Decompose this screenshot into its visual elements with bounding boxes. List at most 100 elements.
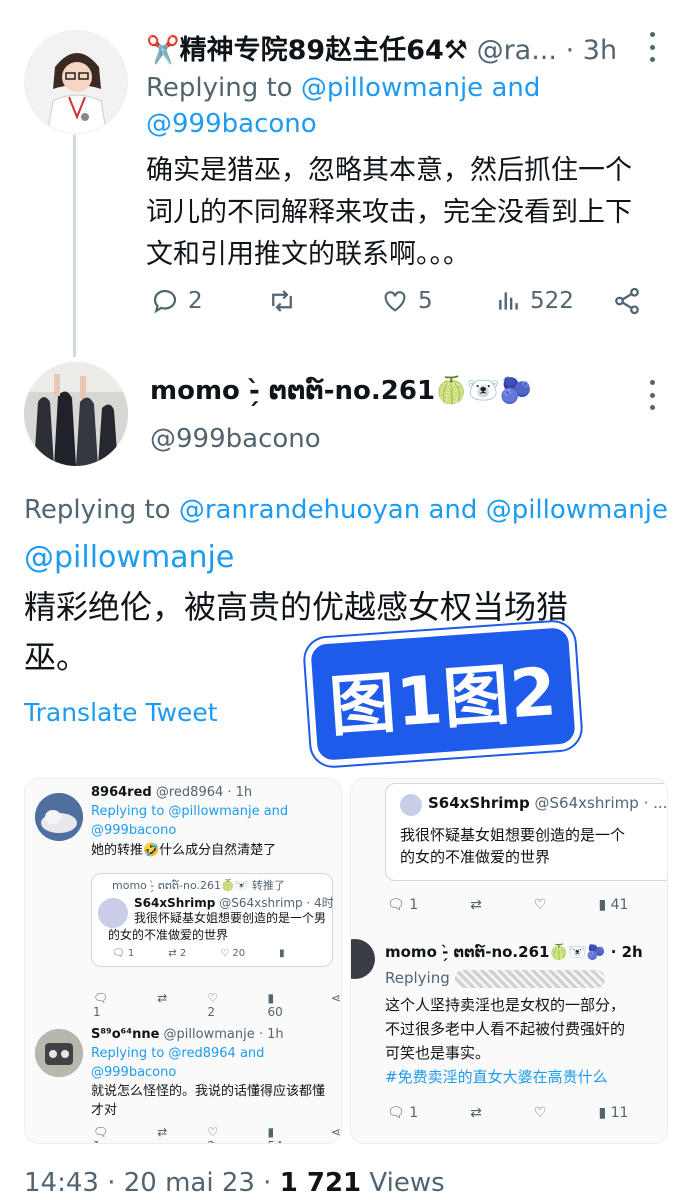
reply-a-header: 8964red @red8964 · 1h <box>91 783 252 802</box>
scribble-redaction <box>454 969 605 988</box>
and-label[interactable]: and <box>429 495 478 525</box>
like-button[interactable]: 5 <box>380 287 496 315</box>
screenshot-left: 8964red @red8964 · 1h Replying to @pillo… <box>24 778 342 1144</box>
reply-count: 🗨 1 <box>112 948 135 959</box>
retweet-count: ⇄ 2 <box>168 948 187 959</box>
display-name[interactable]: ✂️精神专院89赵主任64⚒ <box>146 35 468 66</box>
tweet2-header: momo -̗̀ ຕຕຕ໌-no.261🍈🐻‍❄️🫐 <box>150 376 532 406</box>
hashtag-link: #免费卖淫的直女大婆在高贵什么 <box>385 1068 608 1086</box>
display-name: S64xShrimp <box>428 794 530 812</box>
tweet-meta: 14:43 · 20 mai 23 · 1 721 Views <box>24 1168 445 1198</box>
replying-to: Replying to @red8964 and @999bacono <box>91 1044 264 1082</box>
reply-count: 🗨 1 <box>387 897 419 913</box>
separator-dot: · <box>565 35 575 66</box>
reply-count: 🗨 1 <box>93 1125 109 1143</box>
quote-actions: 🗨 1 ⇄ ♡ ▮ 41 <box>387 897 628 913</box>
more-options-icon[interactable] <box>648 32 656 62</box>
mention-link[interactable]: @pillowmanje <box>486 495 668 525</box>
quote-card: momo -̗̀ ຕຕຕ໌-no.261🍈🐻‍❄️ 转推了 S64xShrimp… <box>91 873 334 967</box>
post-time[interactable]: 14:43 <box>24 1168 99 1198</box>
display-name[interactable]: momo -̗̀ ຕຕຕ໌-no.261🍈🐻‍❄️🫐 <box>150 376 532 406</box>
and-label[interactable]: and <box>491 73 540 103</box>
handle[interactable]: @ra... <box>477 35 557 66</box>
mention-link: @999bacono <box>91 1065 177 1080</box>
reply-button[interactable]: 2 <box>150 286 266 316</box>
replying-to: Replying to @ranrandehuoyan and @pillowm… <box>24 486 684 583</box>
mention-link[interactable]: @pillowmanje <box>301 73 483 103</box>
quote-text: 我很怀疑基女姐想要创造的是一个 的女的不准做爱的世界 <box>400 824 625 868</box>
views-button[interactable]: 522 <box>496 288 612 314</box>
like-count: ♡ 20 <box>220 948 246 959</box>
share-button[interactable] <box>612 286 642 316</box>
text-line: 我很怀疑基女姐想要创造的是一个男 <box>134 911 327 925</box>
handle: @S64xshrimp · ... <box>534 794 668 812</box>
handle[interactable]: @999bacono <box>150 424 321 454</box>
views-count: 522 <box>530 288 574 314</box>
quote-card: S64xShrimp @S64xshrimp · ... 我很怀疑基女姐想要创造… <box>385 783 667 881</box>
reply-b-actions: 🗨 1 ⇄ ♡ 2 ▮ 54 ⋖ <box>93 1125 341 1143</box>
quote-text: 我很怀疑基女姐想要创造的是一个男 的女的不准做爱的世界 <box>108 910 327 944</box>
reply-a-actions: 🗨 1 ⇄ ♡ 2 ▮ 60 ⋖ <box>93 991 341 1019</box>
views-count: ▮ 41 <box>598 897 629 913</box>
retweet-button[interactable] <box>266 286 380 316</box>
handle: @S64xshrimp · 4时 <box>219 896 334 910</box>
reply-icon <box>153 289 177 314</box>
people-photo-icon <box>24 362 128 466</box>
text-line: 词儿的不同解释来攻击，完全没看到上下 <box>146 197 632 228</box>
display-name: S64xShrimp <box>134 896 216 910</box>
tweet-text: 确实是猎巫，忽略其本意，然后抓住一个 词儿的不同解释来攻击，完全没看到上下 文和… <box>146 150 632 276</box>
avatar <box>400 794 422 816</box>
text-line: 的女的不准做爱的世界 <box>108 928 229 942</box>
retweet-icon: ⇄ <box>157 1125 168 1139</box>
doctor-avatar-icon <box>25 31 127 133</box>
mention-link: @999bacono <box>91 823 177 838</box>
tweet1-header: ✂️精神专院89赵主任64⚒ @ra... · 3h <box>146 28 617 67</box>
views-count: 1 721 <box>279 1168 362 1198</box>
reply-count: 🗨 1 <box>387 1105 419 1121</box>
display-name: S⁸⁹o⁶⁴nne <box>91 1027 160 1042</box>
text-line: 不过很多老中人看不起被付费强奸的 <box>385 1020 626 1038</box>
replying-label: Replying to @pillowmanje and <box>91 804 289 819</box>
mention-link[interactable]: @pillowmanje <box>24 540 234 575</box>
share-icon <box>615 287 639 315</box>
text-line: 可笑也是事实。 <box>385 1044 491 1062</box>
share-icon: ⋖ <box>330 991 341 1005</box>
like-count: ♡ 2 <box>207 1125 219 1143</box>
reply-count: 🗨 1 <box>93 991 109 1019</box>
views-icon <box>499 292 518 310</box>
mention-link[interactable]: @999bacono <box>146 109 317 139</box>
replying-label: Replying <box>385 969 450 987</box>
reply-b-text: 就说怎么怪怪的。我说的话懂得应该都懂 才对 <box>91 1082 325 1120</box>
timestamp[interactable]: 3h <box>583 35 617 66</box>
text-line: 确实是猎巫，忽略其本意，然后抓住一个 <box>146 155 632 186</box>
retweet-icon: ⇄ <box>470 897 482 913</box>
avatar[interactable] <box>24 362 128 466</box>
retweet-icon: ⇄ <box>470 1105 482 1121</box>
replying-to: Replying to @pillowmanje and @999bacono <box>91 802 288 840</box>
reply-count: 2 <box>188 288 203 314</box>
more-options-icon[interactable] <box>648 380 656 410</box>
avatar[interactable] <box>24 30 128 134</box>
translate-tweet-link[interactable]: Translate Tweet <box>24 698 218 727</box>
mention-link[interactable]: @ranrandehuoyan <box>179 495 420 525</box>
handle: @red8964 · 1h <box>155 785 253 800</box>
views-count: ▮ 54 <box>267 1125 283 1143</box>
share-icon: ⋖ <box>330 1125 341 1139</box>
views-count: ▮ 11 <box>598 1105 629 1121</box>
retweet-icon: ⇄ <box>157 991 168 1005</box>
quote-header: S64xShrimp @S64xshrimp · ... <box>428 794 667 813</box>
like-count: ♡ 2 <box>207 991 219 1019</box>
replying-label: Replying to @red8964 and <box>91 1046 265 1061</box>
robot-icon <box>35 1029 83 1077</box>
replying-label: Replying to <box>24 495 171 525</box>
reply-header: momo -̗̀ ຕຕຕ໌-no.261🍈🐻‍❄️🫐 · 2h <box>385 943 643 961</box>
avatar <box>351 939 375 979</box>
tweet1-actions: 2 5 522 <box>150 286 650 316</box>
annotation-badge: 图1图2 <box>303 620 583 768</box>
display-name: 8964red <box>91 785 152 800</box>
like-icon: ♡ <box>533 897 547 913</box>
reply-b-header: S⁸⁹o⁶⁴nne @pillowmanje · 1h <box>91 1025 284 1044</box>
text-line: 这个人坚持卖淫也是女权的一部分， <box>385 996 626 1014</box>
reply-text: 这个人坚持卖淫也是女权的一部分， 不过很多老中人看不起被付费强奸的 可笑也是事实… <box>385 993 625 1089</box>
post-date[interactable]: 20 mai 23 <box>124 1168 255 1198</box>
